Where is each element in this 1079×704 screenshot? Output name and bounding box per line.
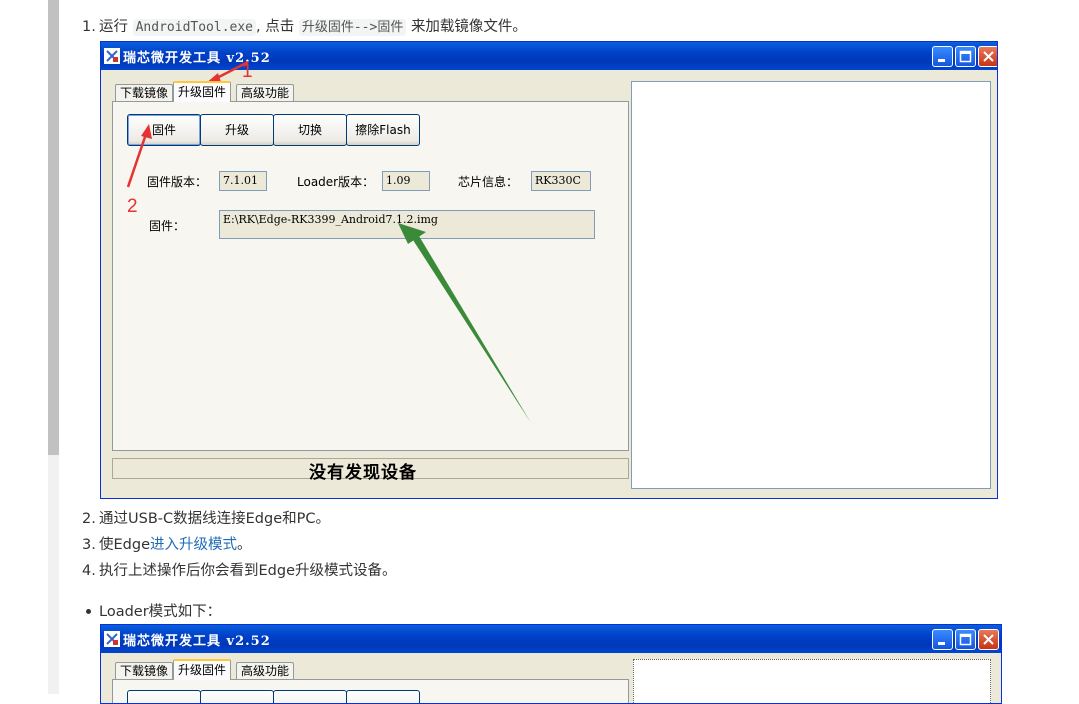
- erase-flash-button[interactable]: 擦除Flash: [346, 114, 420, 146]
- annotation-label-1: 1: [242, 61, 253, 82]
- firmware-button[interactable]: [127, 690, 201, 703]
- step-number: 1.: [82, 19, 96, 35]
- close-icon: [983, 51, 994, 62]
- annotation-label-2: 2: [127, 196, 138, 217]
- step-text: 通过USB-C数据线连接Edge和PC。: [99, 511, 330, 527]
- log-output-box[interactable]: [631, 81, 991, 489]
- app-icon: [104, 48, 120, 64]
- android-tool-window-loader: 瑞芯微开发工具 v2.52 下载镜像 升级固件 高级功能: [100, 624, 1002, 704]
- window-titlebar[interactable]: 瑞芯微开发工具 v2.52: [101, 42, 997, 70]
- step-text: 执行上述操作后你会看到Edge升级模式设备。: [99, 563, 397, 579]
- maximize-button[interactable]: [955, 46, 976, 67]
- step-text: , 点击: [256, 19, 295, 35]
- firmware-button[interactable]: 固件: [127, 114, 201, 146]
- bullet-dot: [86, 609, 91, 614]
- close-button[interactable]: [978, 46, 997, 67]
- tab-upgrade-firmware[interactable]: 升级固件: [173, 81, 232, 102]
- step-text: 。: [237, 537, 252, 553]
- window-titlebar[interactable]: 瑞芯微开发工具 v2.52: [101, 625, 1001, 653]
- firmware-path-field[interactable]: E:\RK\Edge-RK3399_Android7.1.2.img: [219, 210, 595, 239]
- step-1: 1. 运行 AndroidTool.exe, 点击 升级固件-->固件 来加载镜像…: [82, 17, 527, 38]
- upgrade-button[interactable]: [200, 690, 274, 703]
- switch-button[interactable]: 切换: [273, 114, 347, 146]
- minimize-icon: [938, 59, 945, 62]
- step-4: 4. 执行上述操作后你会看到Edge升级模式设备。: [82, 561, 397, 581]
- minimize-button[interactable]: [932, 46, 953, 67]
- maximize-button[interactable]: [955, 629, 976, 650]
- step-3: 3. 使Edge进入升级模式。: [82, 535, 252, 555]
- close-icon: [983, 634, 994, 645]
- device-status: 没有发现设备: [309, 463, 417, 483]
- step-text: 运行: [99, 19, 128, 35]
- loader-version-value: 1.09: [382, 171, 430, 191]
- log-output-box[interactable]: [633, 659, 991, 703]
- tab-upgrade-firmware[interactable]: 升级固件: [173, 659, 232, 680]
- minimize-icon: [938, 642, 945, 645]
- chip-info-label: 芯片信息：: [458, 175, 519, 189]
- step-text: 使Edge: [99, 537, 150, 553]
- upgrade-button[interactable]: 升级: [200, 114, 274, 146]
- erase-flash-button[interactable]: [346, 690, 420, 703]
- firmware-version-label: 固件版本：: [147, 175, 208, 189]
- scrollbar-thumb[interactable]: [48, 0, 59, 455]
- window-title: 瑞芯微开发工具 v2.52: [123, 634, 271, 649]
- step-text: 来加载镜像文件。: [410, 19, 527, 35]
- chip-info-value: RK330C: [531, 171, 591, 191]
- step-number: 2.: [82, 511, 96, 527]
- inline-code: AndroidTool.exe: [132, 19, 257, 36]
- app-icon: [104, 631, 120, 647]
- step-number: 3.: [82, 537, 96, 553]
- switch-button[interactable]: [273, 690, 347, 703]
- android-tool-window: 瑞芯微开发工具 v2.52 下载镜像 升级固件 高级功能 固件 升级 切换 擦除…: [100, 41, 998, 499]
- page-gutter: [0, 0, 48, 694]
- loader-mode-text: Loader模式如下：: [99, 604, 222, 620]
- maximize-icon: [959, 633, 972, 646]
- loader-version-label: Loader版本：: [297, 175, 375, 189]
- upgrade-firmware-panel: [112, 679, 629, 703]
- close-button[interactable]: [978, 629, 999, 650]
- upgrade-firmware-panel: 固件 升级 切换 擦除Flash 固件版本： 7.1.01 Loader版本： …: [112, 101, 629, 451]
- step-number: 4.: [82, 563, 96, 579]
- firmware-path-label: 固件：: [149, 219, 186, 233]
- upgrade-mode-link[interactable]: 进入升级模式: [150, 537, 237, 553]
- inline-code: 升级固件-->固件: [298, 19, 407, 36]
- firmware-version-value: 7.1.01: [219, 171, 267, 191]
- maximize-icon: [959, 50, 972, 63]
- step-2: 2. 通过USB-C数据线连接Edge和PC。: [82, 509, 330, 529]
- minimize-button[interactable]: [932, 629, 953, 650]
